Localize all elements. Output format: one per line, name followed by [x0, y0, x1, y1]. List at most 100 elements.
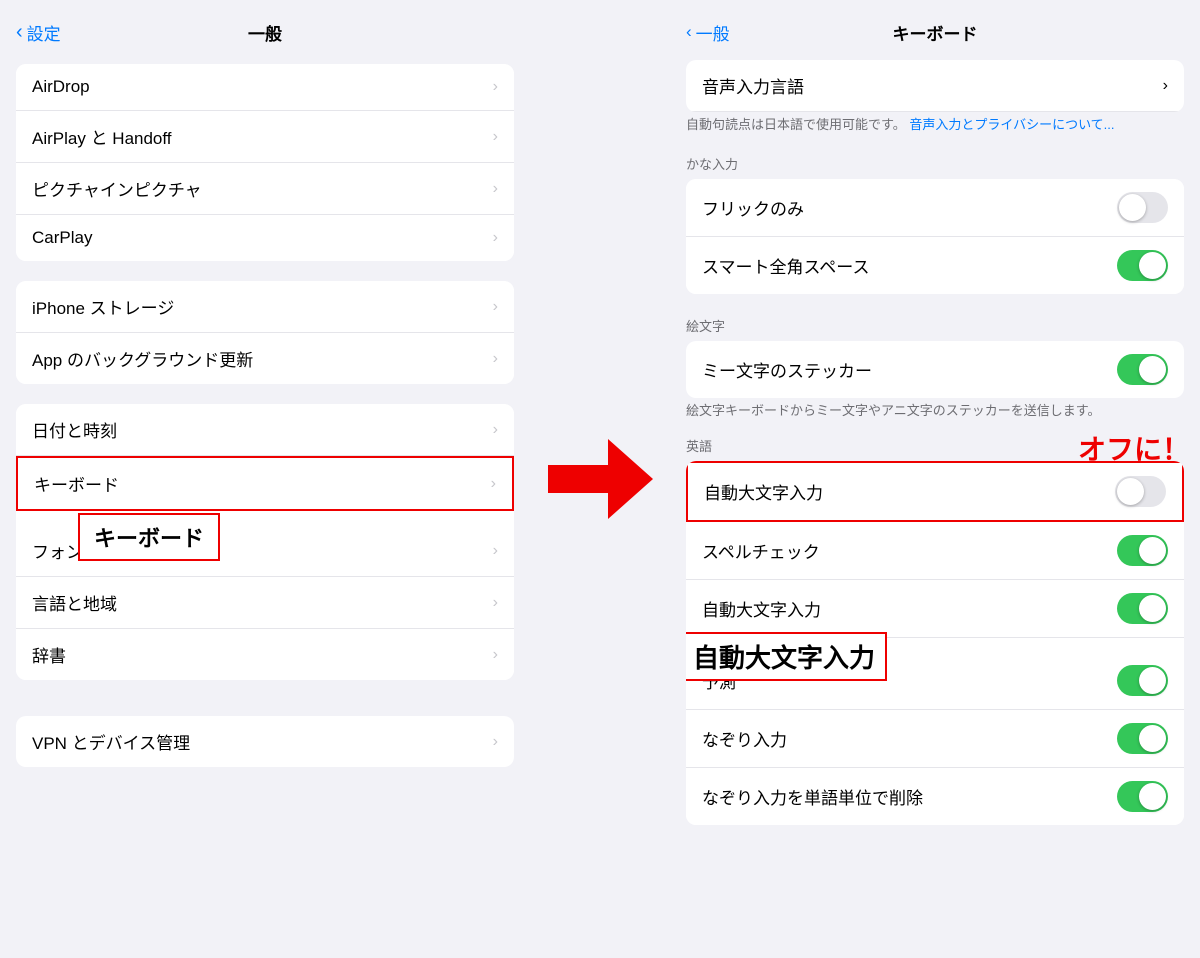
- chevron-icon: ›: [493, 594, 498, 612]
- list-item[interactable]: VPN とデバイス管理 ›: [16, 716, 514, 767]
- list-item[interactable]: 音声入力言語 ›: [686, 60, 1184, 112]
- swipe-delete-row[interactable]: なぞり入力を単語単位で削除: [686, 768, 1184, 825]
- keyboard-annotation: キーボード: [78, 513, 220, 561]
- toggle-knob: [1139, 252, 1166, 279]
- list-item[interactable]: AirDrop ›: [16, 64, 514, 111]
- chevron-icon: ›: [493, 229, 498, 247]
- toggle-knob: [1139, 356, 1166, 383]
- section-header-english: 英語 オフに！: [670, 430, 1200, 461]
- chevron-icon: ›: [493, 421, 498, 439]
- auto-capitalize-toggle-off[interactable]: [1115, 476, 1166, 507]
- chevron-icon: ›: [493, 298, 498, 316]
- row-label: AirDrop: [32, 77, 90, 97]
- swipe-input-row[interactable]: なぞり入力: [686, 710, 1184, 768]
- chevron-icon: ›: [493, 350, 498, 368]
- flick-only-toggle[interactable]: [1117, 192, 1168, 223]
- toggle-knob: [1117, 478, 1144, 505]
- chevron-icon: ›: [493, 78, 498, 96]
- list-item[interactable]: 言語と地域 ›: [16, 577, 514, 629]
- row-label: 自動大文字入力: [702, 596, 821, 621]
- auto-capitalize-annotation-label: 自動大文字入力: [693, 643, 875, 673]
- keyboard-row[interactable]: キーボード › キーボード: [16, 456, 514, 511]
- section-header-kana: かな入力: [670, 148, 1200, 179]
- left-group-1: AirDrop › AirPlay と Handoff › ピクチャインピクチャ…: [16, 64, 514, 261]
- left-settings-content: AirDrop › AirPlay と Handoff › ピクチャインピクチャ…: [0, 56, 530, 958]
- chevron-icon: ›: [493, 542, 498, 560]
- right-partial-group: 音声入力言語 ›: [686, 60, 1184, 112]
- row-label: CarPlay: [32, 228, 92, 248]
- left-group-3: 日付と時刻 › キーボード › キーボード フォント › 言語と地域 ›: [16, 404, 514, 680]
- right-panel: ‹ 一般 キーボード 音声入力言語 › 自動句読点は日本語で使用可能です。 音声…: [670, 0, 1200, 958]
- left-back-button[interactable]: ‹ 設定: [16, 20, 61, 45]
- toggle-knob: [1139, 667, 1166, 694]
- list-item[interactable]: フリックのみ: [686, 179, 1184, 237]
- right-back-button[interactable]: ‹ 一般: [686, 20, 730, 45]
- list-item[interactable]: CarPlay ›: [16, 215, 514, 261]
- list-item[interactable]: iPhone ストレージ ›: [16, 281, 514, 333]
- auto-capitalize-annotation: 自動大文字入力: [686, 632, 887, 681]
- arrow-body: [548, 465, 608, 493]
- left-group-2: iPhone ストレージ › App のバックグラウンド更新 ›: [16, 281, 514, 384]
- chevron-icon: ›: [1163, 77, 1168, 95]
- list-item[interactable]: App のバックグラウンド更新 ›: [16, 333, 514, 384]
- voice-note: 自動句読点は日本語で使用可能です。 音声入力とプライバシーについて...: [686, 116, 1184, 134]
- auto-capitalize-toggle-on[interactable]: [1117, 593, 1168, 624]
- list-item[interactable]: 辞書 ›: [16, 629, 514, 680]
- row-label: 自動大文字入力: [704, 479, 823, 504]
- toggle-knob: [1139, 595, 1166, 622]
- emoji-note: 絵文字キーボードからミー文字やアニ文字のステッカーを送信します。: [686, 402, 1184, 420]
- left-nav-bar: ‹ 設定 一般: [0, 0, 530, 56]
- right-back-label: 一般: [696, 20, 730, 45]
- left-back-chevron-icon: ‹: [16, 22, 23, 42]
- row-label: App のバックグラウンド更新: [32, 346, 253, 371]
- chevron-icon: ›: [493, 646, 498, 664]
- note-text: 自動句読点は日本語で使用可能です。: [686, 117, 906, 132]
- right-back-chevron-icon: ‹: [686, 22, 692, 42]
- left-back-label: 設定: [27, 20, 61, 45]
- row-label: スマート全角スペース: [702, 253, 869, 278]
- arrow-head: [608, 439, 653, 519]
- left-nav-title: 一般: [248, 20, 282, 45]
- list-item[interactable]: ミー文字のステッカー: [686, 341, 1184, 398]
- list-item[interactable]: スマート全角スペース: [686, 237, 1184, 294]
- row-label: キーボード: [34, 471, 119, 496]
- smart-fullwidth-toggle[interactable]: [1117, 250, 1168, 281]
- swipe-delete-toggle[interactable]: [1117, 781, 1168, 812]
- list-item[interactable]: AirPlay と Handoff ›: [16, 111, 514, 163]
- list-item[interactable]: 日付と時刻 ›: [16, 404, 514, 456]
- right-nav-title: キーボード: [893, 20, 978, 45]
- chevron-icon: ›: [493, 128, 498, 146]
- spell-check-row[interactable]: スペルチェック: [686, 522, 1184, 580]
- swipe-input-toggle[interactable]: [1117, 723, 1168, 754]
- row-label: AirPlay と Handoff: [32, 124, 172, 149]
- left-group-4: VPN とデバイス管理 ›: [16, 716, 514, 767]
- row-label: ミー文字のステッカー: [702, 357, 872, 382]
- spell-check-toggle[interactable]: [1117, 535, 1168, 566]
- note-link[interactable]: 音声入力とプライバシーについて...: [909, 117, 1114, 132]
- row-label: ピクチャインピクチャ: [32, 176, 202, 201]
- chevron-icon: ›: [493, 180, 498, 198]
- row-label: なぞり入力を単語単位で削除: [702, 784, 923, 809]
- list-item[interactable]: ピクチャインピクチャ ›: [16, 163, 514, 215]
- toggle-knob: [1139, 783, 1166, 810]
- chevron-icon: ›: [493, 733, 498, 751]
- prediction-toggle[interactable]: [1117, 665, 1168, 696]
- row-label: スペルチェック: [702, 538, 820, 563]
- row-label: なぞり入力: [702, 726, 787, 751]
- annotation-label: キーボード: [94, 526, 204, 551]
- toggle-knob: [1119, 194, 1146, 221]
- right-kana-group: フリックのみ スマート全角スペース: [686, 179, 1184, 294]
- toggle-knob: [1139, 725, 1166, 752]
- section-header-emoji: 絵文字: [670, 310, 1200, 341]
- row-label: VPN とデバイス管理: [32, 729, 190, 754]
- row-label: 音声入力言語: [702, 73, 804, 98]
- right-english-group: 自動大文字入力 スペルチェック 自動大文字入力 自動大: [686, 461, 1184, 825]
- memoji-sticker-toggle[interactable]: [1117, 354, 1168, 385]
- auto-capitalize-row-highlighted[interactable]: 自動大文字入力: [686, 461, 1184, 522]
- toggle-knob: [1139, 537, 1166, 564]
- row-label: iPhone ストレージ: [32, 294, 174, 319]
- auto-capitalize-annotation-row[interactable]: 自動大文字入力 自動大文字入力: [686, 580, 1184, 638]
- chevron-icon: ›: [491, 475, 496, 493]
- right-settings-content: 音声入力言語 › 自動句読点は日本語で使用可能です。 音声入力とプライバシーにつ…: [670, 56, 1200, 958]
- row-label: 辞書: [32, 642, 66, 667]
